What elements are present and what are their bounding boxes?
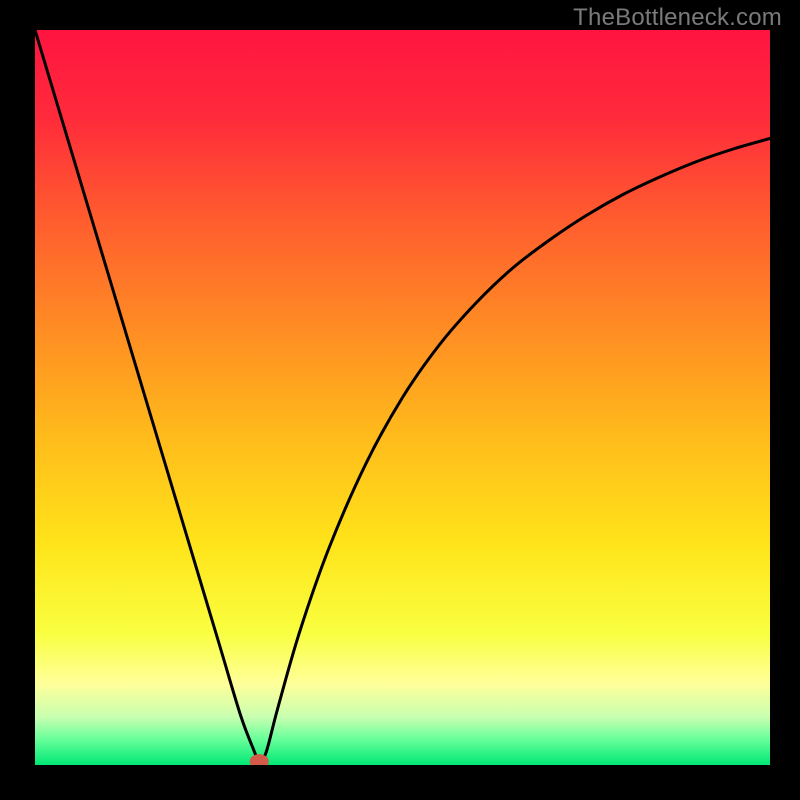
- plot-area: [35, 30, 770, 765]
- chart-container: TheBottleneck.com: [0, 0, 800, 800]
- watermark-text: TheBottleneck.com: [573, 4, 782, 32]
- chart-svg: [35, 30, 770, 765]
